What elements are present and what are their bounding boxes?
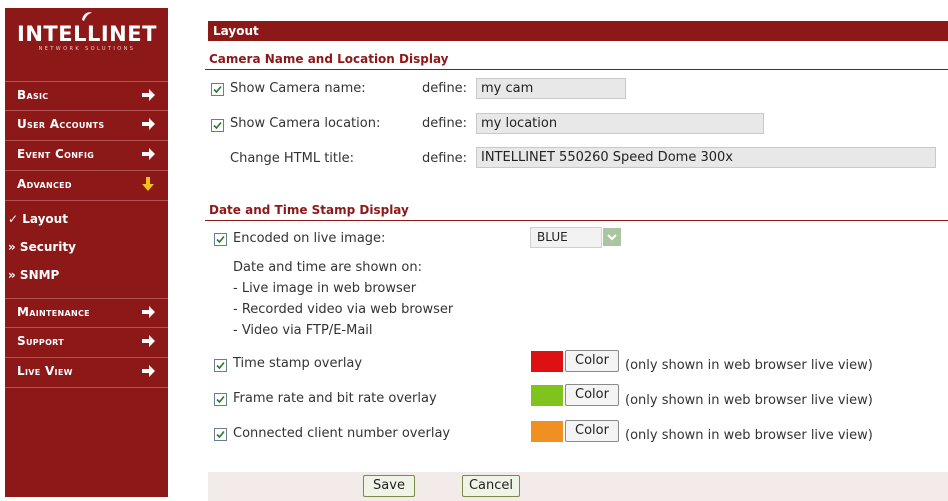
define-label: define: bbox=[422, 81, 468, 96]
sidebar-item-event-config[interactable]: Event Config bbox=[5, 141, 168, 171]
info-line: - Live image in web browser bbox=[233, 281, 417, 296]
brand-logo: INTELLINET NETWORK SOLUTIONS bbox=[13, 12, 161, 53]
brand-tagline: NETWORK SOLUTIONS bbox=[38, 46, 136, 52]
sidebar-item-label: Maintenance bbox=[17, 305, 90, 319]
sidebar-item-label: Event Config bbox=[17, 147, 95, 161]
camera-name-input[interactable]: my cam bbox=[476, 78, 626, 99]
save-button[interactable]: Save bbox=[363, 475, 415, 497]
arrow-right-icon bbox=[140, 304, 156, 320]
overlay-note: (only shown in web browser live view) bbox=[625, 393, 873, 408]
chevron-down-icon[interactable] bbox=[603, 228, 621, 246]
sidebar-item-maintenance[interactable]: Maintenance bbox=[5, 298, 168, 328]
time-stamp-overlay-checkbox[interactable] bbox=[214, 359, 227, 372]
main-content: Layout Camera Name and Location Display … bbox=[205, 17, 948, 501]
section-divider bbox=[205, 69, 948, 70]
show-camera-name-label: Show Camera name: bbox=[230, 81, 366, 96]
time-stamp-color-button[interactable]: Color bbox=[565, 350, 619, 372]
arrow-right-icon bbox=[140, 333, 156, 349]
sidebar-item-label: User Accounts bbox=[17, 117, 105, 131]
sidebar-item-advanced[interactable]: Advanced bbox=[5, 171, 168, 201]
time-stamp-color-swatch bbox=[531, 351, 563, 372]
sidebar-subitem-label: » SNMP bbox=[8, 268, 60, 282]
show-camera-location-checkbox[interactable] bbox=[211, 119, 224, 132]
sidebar-subitem-label: » Security bbox=[8, 240, 76, 254]
encoded-live-image-checkbox[interactable] bbox=[214, 233, 227, 246]
encoded-live-image-label: Encoded on live image: bbox=[233, 231, 386, 246]
overlay-note: (only shown in web browser live view) bbox=[625, 428, 873, 443]
sidebar: INTELLINET NETWORK SOLUTIONS Basic User … bbox=[5, 8, 168, 497]
frame-rate-color-swatch bbox=[531, 385, 563, 406]
section-heading-camera: Camera Name and Location Display bbox=[209, 52, 449, 66]
sidebar-subitem-layout[interactable]: ✓ Layout bbox=[5, 208, 168, 236]
info-line: - Recorded video via web browser bbox=[233, 302, 454, 317]
encoded-color-select[interactable]: BLUE bbox=[530, 227, 623, 248]
change-html-title-label: Change HTML title: bbox=[230, 151, 355, 166]
cancel-button[interactable]: Cancel bbox=[462, 475, 520, 497]
sidebar-item-label: Basic bbox=[17, 88, 49, 102]
info-line: Date and time are shown on: bbox=[233, 260, 422, 275]
show-camera-location-label: Show Camera location: bbox=[230, 116, 381, 131]
define-label: define: bbox=[422, 151, 468, 166]
frame-rate-overlay-label: Frame rate and bit rate overlay bbox=[233, 391, 437, 406]
client-number-color-swatch bbox=[531, 421, 563, 442]
sidebar-item-support[interactable]: Support bbox=[5, 328, 168, 358]
sidebar-item-label: Live View bbox=[17, 364, 73, 378]
arrow-right-icon bbox=[140, 87, 156, 103]
html-title-input[interactable]: INTELLINET 550260 Speed Dome 300x bbox=[476, 147, 936, 168]
sidebar-subitem-snmp[interactable]: » SNMP bbox=[5, 264, 168, 292]
sidebar-item-user-accounts[interactable]: User Accounts bbox=[5, 111, 168, 141]
define-label: define: bbox=[422, 116, 468, 131]
encoded-color-value: BLUE bbox=[530, 227, 602, 248]
page-title-bar: Layout bbox=[208, 21, 948, 41]
form-footer: Save Cancel bbox=[208, 472, 948, 501]
section-heading-date: Date and Time Stamp Display bbox=[209, 203, 409, 217]
page-title: Layout bbox=[213, 24, 259, 38]
arrow-right-icon bbox=[140, 116, 156, 132]
sidebar-subitem-security[interactable]: » Security bbox=[5, 236, 168, 264]
frame-rate-color-button[interactable]: Color bbox=[565, 384, 619, 406]
sidebar-item-label: Advanced bbox=[17, 177, 72, 191]
info-line: - Video via FTP/E-Mail bbox=[233, 323, 373, 338]
sidebar-item-basic[interactable]: Basic bbox=[5, 81, 168, 111]
section-divider bbox=[205, 220, 948, 221]
arrow-right-icon bbox=[140, 363, 156, 379]
arrow-right-icon bbox=[140, 146, 156, 162]
brand-name: INTELLINET bbox=[17, 22, 157, 46]
top-strip bbox=[5, 0, 125, 8]
logo-swoosh-icon bbox=[80, 10, 94, 22]
show-camera-name-checkbox[interactable] bbox=[211, 83, 224, 96]
sidebar-item-live-view[interactable]: Live View bbox=[5, 358, 168, 388]
frame-rate-overlay-checkbox[interactable] bbox=[214, 393, 227, 406]
time-stamp-overlay-label: Time stamp overlay bbox=[233, 356, 363, 371]
client-number-overlay-checkbox[interactable] bbox=[214, 428, 227, 441]
client-number-overlay-label: Connected client number overlay bbox=[233, 426, 451, 441]
sidebar-item-label: Support bbox=[17, 334, 65, 348]
client-number-color-button[interactable]: Color bbox=[565, 420, 619, 442]
camera-location-input[interactable]: my location bbox=[476, 113, 764, 134]
sidebar-subitem-label: ✓ Layout bbox=[8, 212, 68, 226]
overlay-note: (only shown in web browser live view) bbox=[625, 358, 873, 373]
arrow-down-icon bbox=[140, 176, 156, 192]
